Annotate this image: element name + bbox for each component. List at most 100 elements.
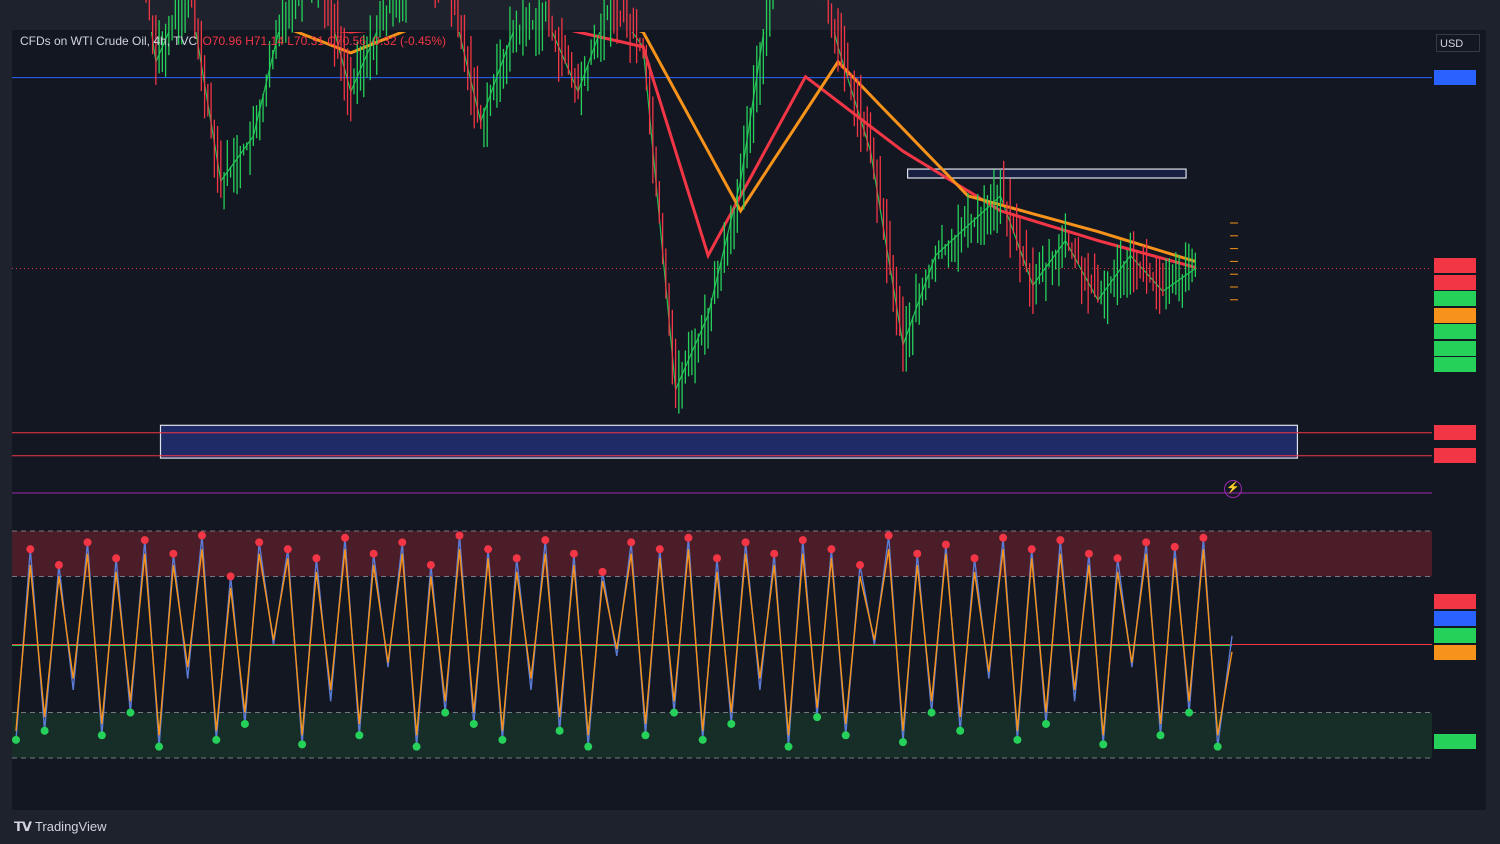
osc-line-pct-d [15,549,1233,736]
price-tag [1434,307,1476,323]
oversold-marker [1013,735,1022,744]
overbought-marker [655,545,664,554]
overbought-marker [140,536,149,545]
osc-value-tag [1434,628,1476,643]
oversold-marker [784,742,793,751]
zone-box-0 [159,424,1299,459]
ohlc-readout: O70.96 H71.14 L70.31 C70.56 -0.32 (-0.45… [202,34,447,48]
overbought-marker [426,561,435,570]
overbought-marker [341,533,350,542]
overbought-marker [1084,549,1093,558]
oversold-marker [12,735,20,744]
overbought-marker [741,538,750,547]
overbought-marker [970,554,979,563]
price-tag [1434,258,1476,273]
overbought-marker [83,538,92,547]
overbought-marker [541,536,550,545]
overbought-marker [627,538,636,547]
oversold-marker [40,726,49,735]
osc-value-tag [1434,594,1476,609]
overbought-marker [770,549,779,558]
overbought-marker [884,531,893,540]
overbought-marker [455,531,464,540]
oversold-marker [698,735,707,744]
level-tag [1434,447,1476,463]
oversold-marker [469,719,478,728]
chart-canvas[interactable] [0,0,1500,844]
level-tag [1434,69,1476,85]
overbought-marker [598,567,607,576]
oversold-marker [1042,719,1051,728]
oversold-marker [841,731,850,740]
overbought-marker [169,549,178,558]
overbought-marker [1113,554,1122,563]
currency-selector[interactable]: USD [1436,34,1480,52]
oversold-marker [956,726,965,735]
oversold-marker [670,708,679,717]
overbought-marker [26,545,35,554]
oversold-marker [498,735,507,744]
symbol-legend[interactable]: CFDs on WTI Crude Oil, 4h, TVC O70.96 H7… [20,34,448,48]
oversold-marker [126,708,135,717]
overbought-marker [197,531,206,540]
price-tag [1434,291,1476,306]
oversold-marker [298,740,307,749]
overbought-marker [398,538,407,547]
oversold-marker [898,738,907,747]
overbought-marker [1142,538,1151,547]
oversold-marker [555,726,564,735]
oversold-marker [1156,731,1165,740]
osc-value-tag [1434,645,1476,660]
overbought-marker [54,561,63,570]
overbought-marker [512,554,521,563]
overbought-marker [112,554,121,563]
overbought-marker [1170,542,1179,551]
overbought-marker [913,549,922,558]
overbought-marker [999,533,1008,542]
tradingview-logo[interactable]: 𝗧𝗩 TradingView [14,819,106,835]
oversold-marker [441,708,450,717]
overbought-marker [684,533,693,542]
tv-logo-icon: 𝗧𝗩 [14,819,32,834]
oversold-marker [155,742,164,751]
symbol-title: CFDs on WTI Crude Oil, 4h, TVC [20,34,198,48]
price-tag [1434,274,1476,290]
overbought-marker [827,545,836,554]
overbought-marker [856,561,865,570]
oversold-marker [412,742,421,751]
oversold-marker [813,713,822,722]
overbought-marker [369,549,378,558]
oversold-marker [727,719,736,728]
series-line-price [150,32,1196,390]
overbought-marker [712,554,721,563]
oversold-marker [584,742,593,751]
overbought-zone [12,531,1432,577]
oversold-marker [240,719,249,728]
osc-value-tag [1434,734,1476,749]
overbought-marker [798,536,807,545]
overbought-marker [226,572,235,581]
oversold-marker [355,731,364,740]
oversold-marker [927,708,936,717]
overbought-marker [1027,545,1036,554]
overbought-marker [1199,533,1208,542]
price-tag [1434,357,1476,372]
lightning-icon[interactable]: ⚡ [1224,480,1242,498]
level-tag [1434,424,1476,440]
overbought-marker [484,545,493,554]
overbought-marker [283,545,292,554]
overbought-marker [569,549,578,558]
oversold-marker [212,735,221,744]
overbought-marker [1056,536,1065,545]
overbought-marker [312,554,321,563]
main-series [150,32,1196,390]
price-tag [1434,324,1476,339]
oversold-marker [1099,740,1108,749]
price-tag [1434,340,1476,356]
osc-value-tag [1434,611,1476,626]
oversold-marker [97,731,106,740]
oversold-marker [1185,708,1194,717]
oversold-marker [1213,742,1222,751]
oversold-marker [641,731,650,740]
overbought-marker [941,540,950,549]
